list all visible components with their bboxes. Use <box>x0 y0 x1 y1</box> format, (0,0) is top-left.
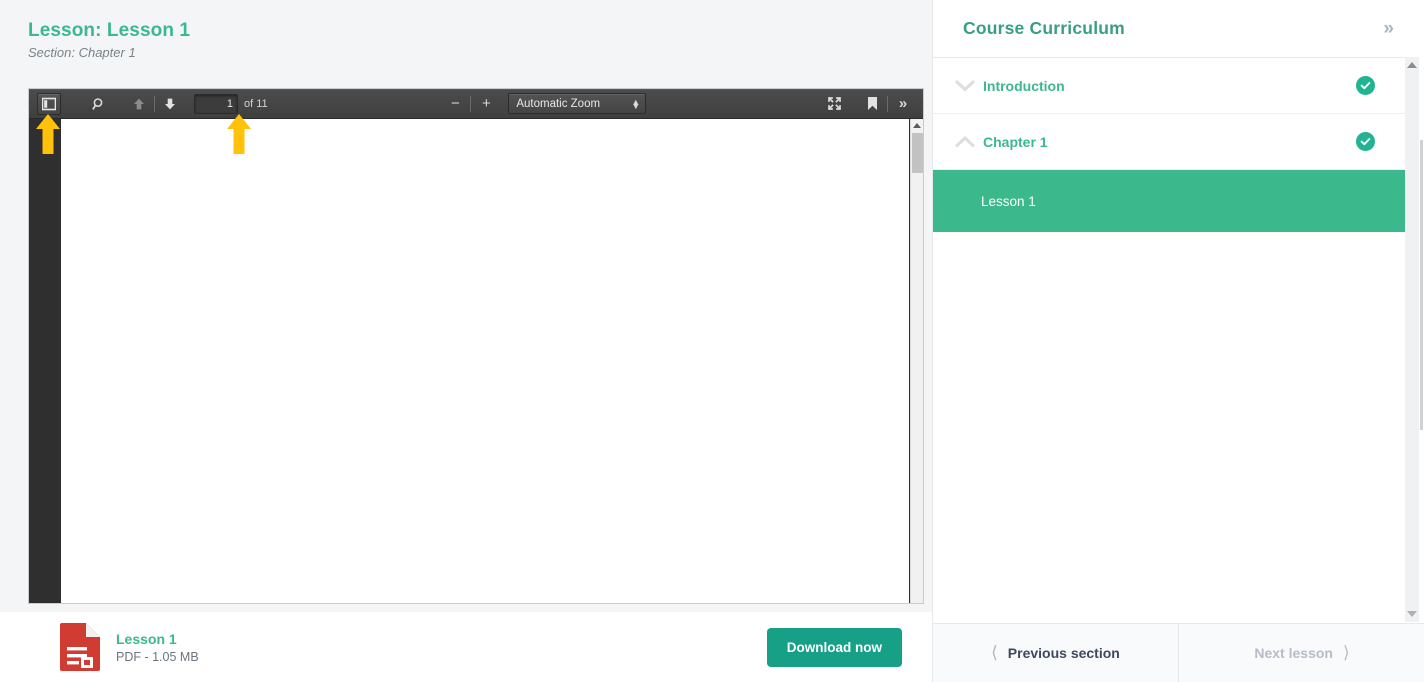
scroll-up-arrow-icon[interactable] <box>913 123 921 128</box>
page-scrollbar[interactable] <box>1418 0 1424 682</box>
pdf-viewer: of 11 − + Automatic Zoom ▲▼ <box>28 88 924 604</box>
pdf-scrollbar-thumb[interactable] <box>911 133 923 173</box>
pdf-page <box>61 119 909 603</box>
section-row-introduction[interactable]: Introduction <box>933 58 1405 114</box>
sidebar-toggle-icon[interactable] <box>37 92 61 115</box>
double-chevron-right-icon[interactable]: » <box>891 93 915 115</box>
chevron-right-icon: ⟩ <box>1342 643 1350 662</box>
lesson-page: Lesson: Lesson 1 Section: Chapter 1 1 of… <box>0 0 1424 682</box>
zoom-level-select[interactable]: Automatic Zoom ▲ ▼ <box>508 93 647 114</box>
pdf-page-area <box>29 119 923 603</box>
section-label: Chapter 1 <box>983 133 1048 150</box>
next-lesson-label: Next lesson <box>1254 645 1333 661</box>
scroll-down-arrow-icon[interactable] <box>1407 611 1417 617</box>
page-title: Lesson: Lesson 1 <box>28 20 191 41</box>
lesson-section-label: Section: Chapter 1 <box>28 45 136 60</box>
pdf-file-icon <box>60 623 100 671</box>
bookmark-icon[interactable] <box>860 93 884 115</box>
zoom-in-button[interactable]: + <box>474 93 498 115</box>
file-download-bar: Lesson 1 PDF - 1.05 MB Download now <box>0 612 932 682</box>
section-row-chapter-1[interactable]: Chapter 1 <box>933 114 1405 170</box>
status-badge-completed <box>1356 132 1375 151</box>
toolbar-divider <box>154 95 155 112</box>
section-label: Introduction <box>983 77 1065 94</box>
course-curriculum-sidebar: Course Curriculum » Introduction Chapter… <box>932 0 1424 682</box>
pdf-scrollbar[interactable] <box>910 119 923 603</box>
zoom-level-value: Automatic Zoom <box>516 97 601 110</box>
annotation-arrow-sidebar-toggle <box>36 114 60 154</box>
page-scrollbar-thumb[interactable] <box>1420 140 1423 430</box>
arrow-up-icon[interactable] <box>127 93 151 115</box>
toolbar-divider-2 <box>470 95 472 112</box>
lesson-label: Lesson 1 <box>981 193 1036 209</box>
curriculum-title: Course Curriculum <box>963 17 1125 38</box>
chevron-left-icon: ⟨ <box>991 643 998 662</box>
zoom-out-button[interactable]: − <box>443 93 467 115</box>
chevron-down-icon[interactable] <box>955 79 979 92</box>
status-badge-completed <box>1356 76 1375 95</box>
double-chevron-right-icon[interactable]: » <box>1383 19 1394 38</box>
curriculum-header: Course Curriculum » <box>933 0 1424 56</box>
main-content: Lesson: Lesson 1 Section: Chapter 1 1 of… <box>0 0 932 682</box>
previous-section-button[interactable]: ⟨ Previous section <box>933 624 1179 682</box>
curriculum-navigation: ⟨ Previous section Next lesson ⟩ <box>933 623 1424 682</box>
file-size-type: PDF - 1.05 MB <box>116 649 199 664</box>
chevron-updown-icon: ▲ ▼ <box>631 96 641 111</box>
chevron-up-icon[interactable] <box>955 135 979 148</box>
toolbar-divider-3 <box>887 95 888 112</box>
curriculum-scrollbar[interactable] <box>1405 57 1419 622</box>
lesson-row-lesson-1[interactable]: Lesson 1 <box>933 170 1405 232</box>
curriculum-list: Introduction Chapter 1 Lesson 1 <box>933 57 1405 622</box>
file-meta: Lesson 1 PDF - 1.05 MB <box>116 631 199 664</box>
arrow-down-icon[interactable] <box>158 93 182 115</box>
search-icon[interactable] <box>87 93 111 115</box>
next-lesson-button: Next lesson ⟩ <box>1179 624 1424 682</box>
page-number-input[interactable] <box>194 93 238 114</box>
file-name: Lesson 1 <box>116 630 177 647</box>
scroll-up-arrow-icon[interactable] <box>1407 62 1417 68</box>
download-now-button[interactable]: Download now <box>766 627 902 667</box>
pdf-toolbar: of 11 − + Automatic Zoom ▲▼ <box>29 89 923 119</box>
annotation-arrow-page-input <box>227 114 251 154</box>
lesson-header: Lesson: Lesson 1 Section: Chapter 1 <box>0 0 932 60</box>
previous-section-label: Previous section <box>1007 645 1120 661</box>
fullscreen-icon[interactable] <box>822 93 846 115</box>
page-total-label: of 11 <box>244 97 268 110</box>
